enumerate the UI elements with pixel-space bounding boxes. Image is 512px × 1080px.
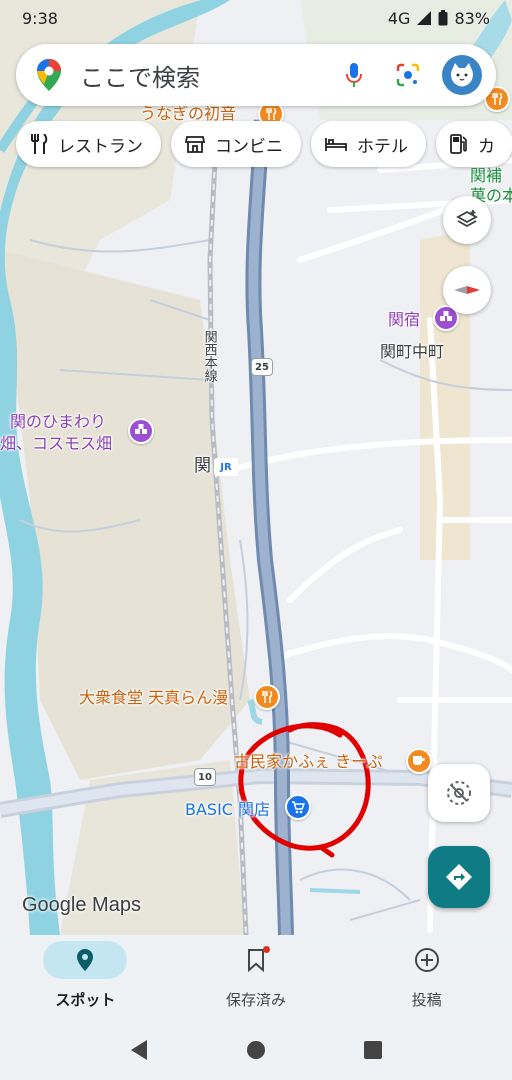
network-type: 4G [387, 8, 411, 28]
poi-label-taishu[interactable]: 大衆食堂 天真らん漫 [79, 688, 228, 707]
google-maps-watermark: Google Maps [22, 894, 141, 916]
nav-label: 投稿 [411, 991, 442, 1009]
gas-station-icon [450, 134, 467, 154]
battery-percent: 83% [454, 8, 490, 28]
signal-icon [417, 11, 432, 25]
compass-icon [454, 286, 480, 294]
nav-label: スポット [55, 991, 116, 1009]
notification-dot [262, 946, 270, 953]
chip-gas-station[interactable]: カ [436, 121, 512, 167]
account-avatar[interactable] [442, 55, 482, 95]
poi-label-sekijuku[interactable]: 関宿 [388, 310, 420, 329]
category-chips: レストラン コンビニ ホテル カ [16, 121, 512, 167]
chip-convenience-store[interactable]: コンビニ [171, 121, 301, 167]
cafe-poi-icon[interactable] [406, 748, 432, 774]
bed-icon [325, 138, 347, 151]
railway-label: 関西本線 [201, 330, 217, 382]
poi-label-himawari-2[interactable]: 畑、コスモス畑 [0, 434, 112, 453]
restaurant-poi-icon[interactable] [254, 684, 280, 710]
nav-contribute[interactable]: 投稿 [357, 935, 497, 1020]
chip-label: コンビニ [215, 136, 283, 157]
location-off-icon [447, 781, 471, 805]
shopping-cart-poi-icon[interactable] [285, 794, 311, 820]
poi-label-basic[interactable]: BASIC 関店 [185, 800, 270, 819]
status-bar: 9:38 4G 83% [0, 0, 512, 36]
nav-explore[interactable]: スポット [15, 935, 155, 1020]
search-input[interactable]: ここで検索 [80, 58, 320, 93]
jr-station-icon[interactable]: JR [214, 458, 238, 476]
google-maps-pin-icon [37, 59, 61, 91]
route-10-shield: 10 [194, 768, 216, 786]
nav-saved[interactable]: 保存済み [186, 935, 326, 1020]
chip-label: カ [478, 136, 495, 157]
bookmark-icon [247, 949, 264, 972]
station-label-seki[interactable]: 関 [194, 456, 211, 476]
recents-icon[interactable] [363, 1040, 383, 1060]
system-navigation-bar [0, 1020, 512, 1080]
location-pin-icon [77, 949, 94, 971]
microphone-icon [346, 63, 362, 87]
chip-label: レストラン [58, 136, 143, 157]
compass-button[interactable] [443, 266, 491, 314]
landmark-poi-icon[interactable] [128, 418, 154, 444]
bottom-navigation: スポット 保存済み 投稿 [0, 935, 512, 1020]
chip-restaurant[interactable]: レストラン [16, 121, 161, 167]
route-25-shield: 25 [251, 358, 273, 376]
chip-label: ホテル [357, 136, 408, 157]
status-time: 9:38 [22, 8, 58, 28]
google-lens-icon [396, 63, 420, 87]
layers-icon [456, 210, 478, 228]
poi-label-kominka[interactable]: 古民家かふぇ きーぷ [234, 752, 382, 771]
home-icon[interactable] [246, 1040, 266, 1060]
nav-label: 保存済み [225, 991, 286, 1009]
lens-button[interactable] [388, 55, 428, 95]
directions-icon [446, 864, 472, 890]
my-location-button[interactable] [428, 764, 490, 822]
area-label-sekimachi: 関町中町 [380, 342, 445, 361]
search-bar[interactable]: ここで検索 [16, 44, 496, 106]
layers-button[interactable] [443, 196, 491, 244]
poi-label-himawari-1[interactable]: 関のひまわり [10, 412, 106, 431]
map-label-top-right-1: 関補 [470, 166, 503, 185]
cat-avatar-icon [451, 63, 473, 87]
back-icon[interactable] [129, 1039, 149, 1061]
chip-hotel[interactable]: ホテル [311, 121, 426, 167]
add-circle-icon [414, 948, 439, 972]
store-icon [185, 136, 205, 153]
battery-icon [438, 10, 448, 26]
directions-button[interactable] [428, 846, 490, 908]
voice-search-button[interactable] [334, 55, 374, 95]
fork-knife-icon [31, 134, 48, 154]
